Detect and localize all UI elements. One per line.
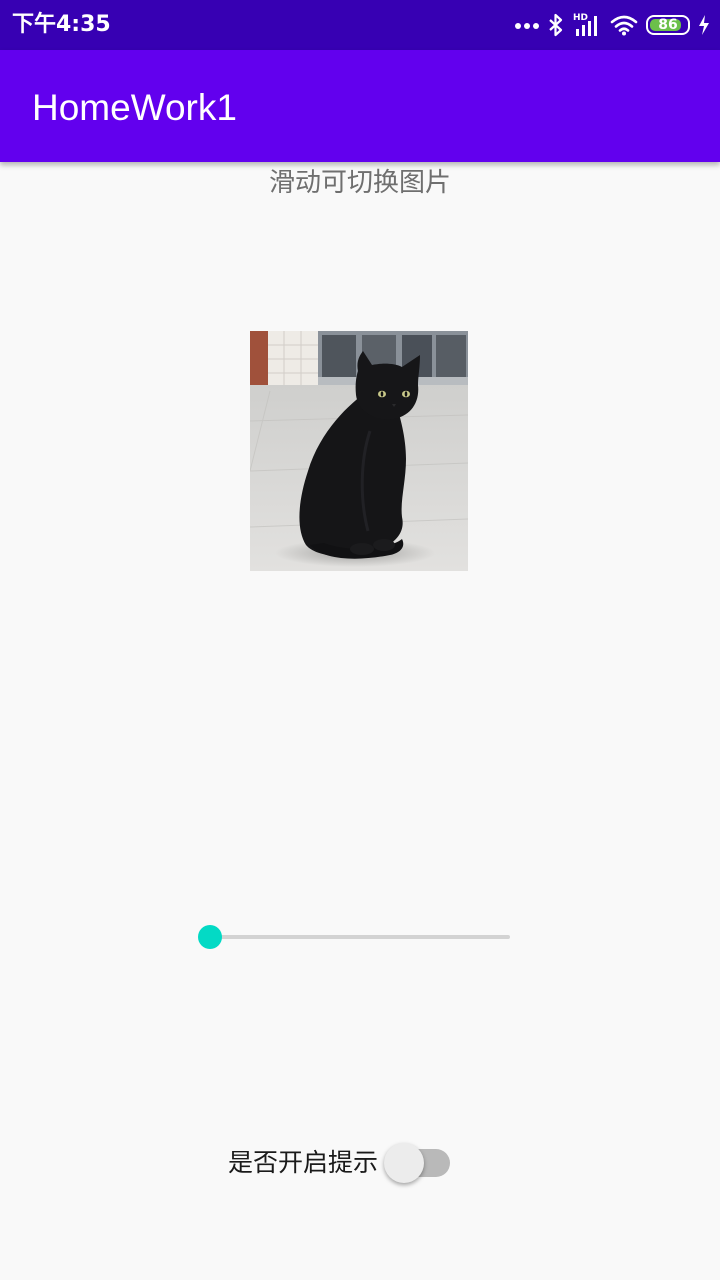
switch-thumb[interactable] xyxy=(384,1143,425,1183)
battery-icon: 86 xyxy=(646,15,690,35)
slider-thumb[interactable] xyxy=(198,925,222,949)
wifi-icon xyxy=(610,14,638,36)
image-slider[interactable] xyxy=(196,922,514,952)
cat-image[interactable] xyxy=(250,331,468,571)
status-bar: 下午4:35 HD 86 xyxy=(0,0,720,50)
hint-switch-row: 是否开启提示 xyxy=(228,1141,451,1185)
app-title: HomeWork1 xyxy=(32,87,237,128)
hint-switch-label: 是否开启提示 xyxy=(228,1148,379,1177)
status-time: 下午4:35 xyxy=(12,12,111,37)
status-icons: HD 86 xyxy=(514,10,710,40)
hint-toggle-switch[interactable] xyxy=(384,1141,451,1185)
bluetooth-icon xyxy=(548,13,564,37)
app-screen: 下午4:35 HD 86 HomeWork1 滑动可切换图片 是否开启提示 xyxy=(0,0,720,1280)
signal-icon: HD xyxy=(572,12,602,38)
charging-icon xyxy=(698,14,710,36)
app-bar: HomeWork1 xyxy=(0,50,720,162)
swipe-hint-text: 滑动可切换图片 xyxy=(268,168,451,198)
battery-percent: 86 xyxy=(658,17,678,33)
slider-track[interactable] xyxy=(210,935,510,939)
network-type-label: HD xyxy=(573,13,588,23)
more-dots-icon xyxy=(514,20,540,30)
black-cat-photo xyxy=(250,331,468,571)
